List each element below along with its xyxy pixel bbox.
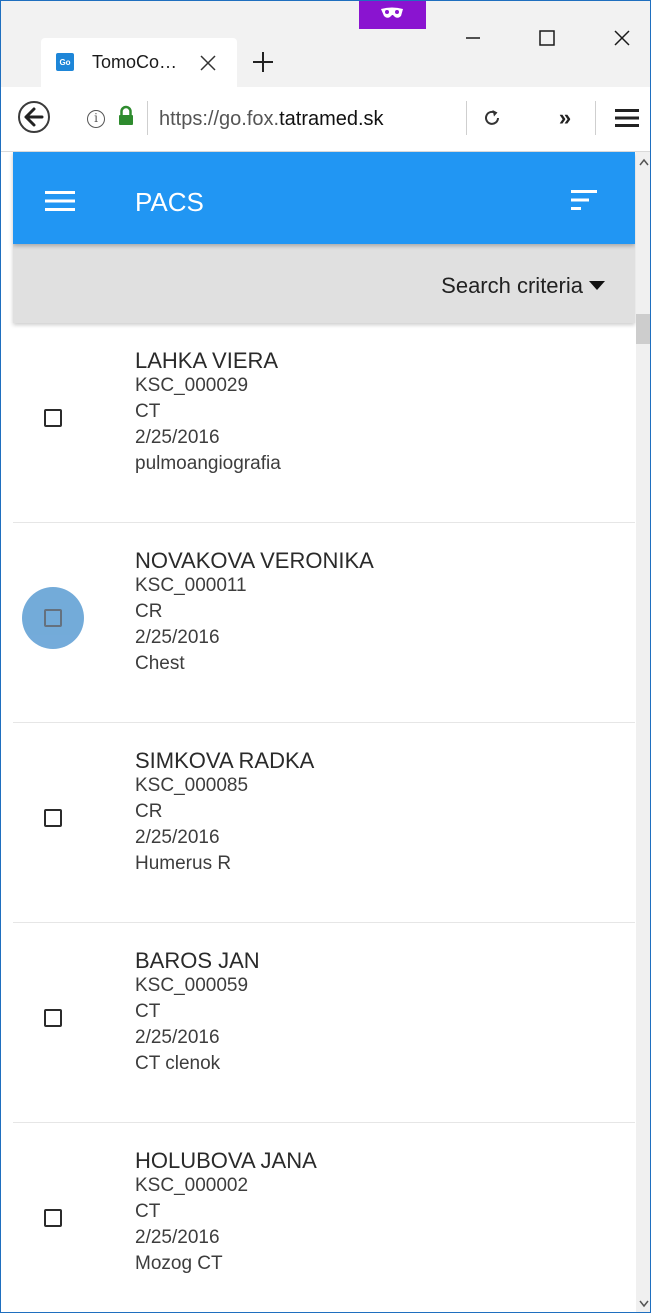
study-date: 2/25/2016: [135, 627, 220, 648]
browser-menu-icon[interactable]: [615, 108, 639, 128]
app-title: PACS: [135, 187, 204, 217]
new-tab-icon[interactable]: [251, 50, 275, 74]
sort-icon[interactable]: [571, 188, 601, 212]
info-icon[interactable]: i: [87, 110, 105, 128]
maximize-button[interactable]: [519, 1, 575, 75]
lock-icon[interactable]: [117, 105, 135, 127]
close-window-button[interactable]: [594, 1, 650, 75]
patient-name: BAROS JAN: [135, 948, 260, 973]
browser-tab[interactable]: Go TomoCo…: [41, 38, 237, 87]
study-description: Humerus R: [135, 853, 232, 874]
tab-close-icon[interactable]: [197, 52, 219, 74]
study-description: pulmoangiografia: [135, 453, 281, 474]
study-checkbox[interactable]: [44, 809, 62, 827]
close-icon: [614, 30, 630, 46]
study-list-item[interactable]: HOLUBOVA JANA KSC_000002 CT 2/25/2016 Mozog …: [13, 1123, 635, 1312]
url-prefix: https://go.fox.: [159, 108, 280, 130]
reload-icon[interactable]: [481, 107, 503, 129]
study-checkbox[interactable]: [44, 409, 62, 427]
study-date: 2/25/2016: [135, 827, 220, 848]
caret-down-icon[interactable]: [589, 281, 605, 291]
modality: CT: [135, 1001, 161, 1022]
url-field[interactable]: https://go.fox.tatramed.sk: [159, 87, 427, 151]
study-list-item[interactable]: LAHKA VIERA KSC_000029 CT 2/25/2016 pulmoang…: [13, 323, 635, 523]
minimize-icon: [466, 37, 480, 39]
study-details: BAROS JAN KSC_000059 CT 2/25/2016 CT clenok: [135, 948, 260, 1077]
back-button[interactable]: [18, 101, 50, 133]
patient-name: NOVAKOVA VERONIKA: [135, 548, 374, 573]
app-bar: PACS: [13, 152, 635, 244]
private-browsing-badge: [359, 1, 426, 29]
overflow-menu-icon[interactable]: »: [551, 101, 579, 135]
study-date: 2/25/2016: [135, 427, 220, 448]
study-list: LAHKA VIERA KSC_000029 CT 2/25/2016 pulmoang…: [13, 323, 635, 1312]
patient-id: KSC_000011: [135, 575, 247, 596]
title-bar: Go TomoCo…: [1, 1, 650, 87]
minimize-button[interactable]: [445, 1, 501, 75]
menu-icon[interactable]: [45, 190, 75, 212]
search-criteria-bar: Search criteria: [13, 244, 635, 323]
patient-name: HOLUBOVA JANA: [135, 1148, 317, 1173]
patient-id: KSC_000085: [135, 775, 249, 796]
study-date: 2/25/2016: [135, 1027, 220, 1048]
study-list-item[interactable]: NOVAKOVA VERONIKA KSC_000011 CR 2/25/2016 Ch…: [13, 523, 635, 723]
focus-ripple: [22, 587, 84, 649]
tab-title: TomoCo…: [92, 52, 178, 72]
study-date: 2/25/2016: [135, 1227, 220, 1248]
divider: [595, 101, 596, 135]
study-checkbox[interactable]: [44, 609, 62, 627]
modality: CR: [135, 801, 163, 822]
arrow-left-icon: [24, 107, 44, 127]
divider: [147, 101, 148, 135]
modality: CR: [135, 601, 163, 622]
study-checkbox[interactable]: [44, 1209, 62, 1227]
study-description: Chest: [135, 653, 185, 674]
modality: CT: [135, 401, 161, 422]
tab-favicon: Go: [56, 53, 74, 71]
study-details: NOVAKOVA VERONIKA KSC_000011 CR 2/25/2016 Ch…: [135, 548, 374, 677]
browser-window: Go TomoCo… i https://go.fox.tatramed.sk: [0, 0, 651, 1313]
study-description: Mozog CT: [135, 1253, 223, 1274]
scroll-down-icon[interactable]: [639, 1300, 649, 1308]
mask-icon: [381, 7, 403, 18]
modality: CT: [135, 1201, 161, 1222]
patient-id: KSC_000059: [135, 975, 249, 996]
scroll-up-icon[interactable]: [639, 158, 649, 166]
patient-id: KSC_000002: [135, 1175, 249, 1196]
page-content: PACS Search criteria LAHKA VIERA KSC_0000…: [2, 152, 636, 1312]
study-details: SIMKOVA RADKA KSC_000085 CR 2/25/2016 Humeru…: [135, 748, 314, 877]
study-description: CT clenok: [135, 1053, 221, 1074]
study-list-item[interactable]: BAROS JAN KSC_000059 CT 2/25/2016 CT clenok: [13, 923, 635, 1123]
maximize-icon: [539, 30, 555, 46]
scrollbar[interactable]: [636, 152, 650, 1312]
study-details: LAHKA VIERA KSC_000029 CT 2/25/2016 pulmoang…: [135, 348, 281, 477]
study-checkbox[interactable]: [44, 1009, 62, 1027]
search-criteria-toggle[interactable]: Search criteria: [441, 244, 583, 327]
patient-name: SIMKOVA RADKA: [135, 748, 315, 773]
patient-name: LAHKA VIERA: [135, 348, 279, 373]
study-details: HOLUBOVA JANA KSC_000002 CT 2/25/2016 Mozog …: [135, 1148, 317, 1277]
study-list-item[interactable]: SIMKOVA RADKA KSC_000085 CR 2/25/2016 Humeru…: [13, 723, 635, 923]
divider: [466, 101, 467, 135]
scroll-thumb[interactable]: [636, 314, 650, 344]
navigation-bar: i https://go.fox.tatramed.sk »: [1, 87, 650, 152]
url-domain: tatramed.sk: [279, 108, 384, 130]
patient-id: KSC_000029: [135, 375, 249, 396]
